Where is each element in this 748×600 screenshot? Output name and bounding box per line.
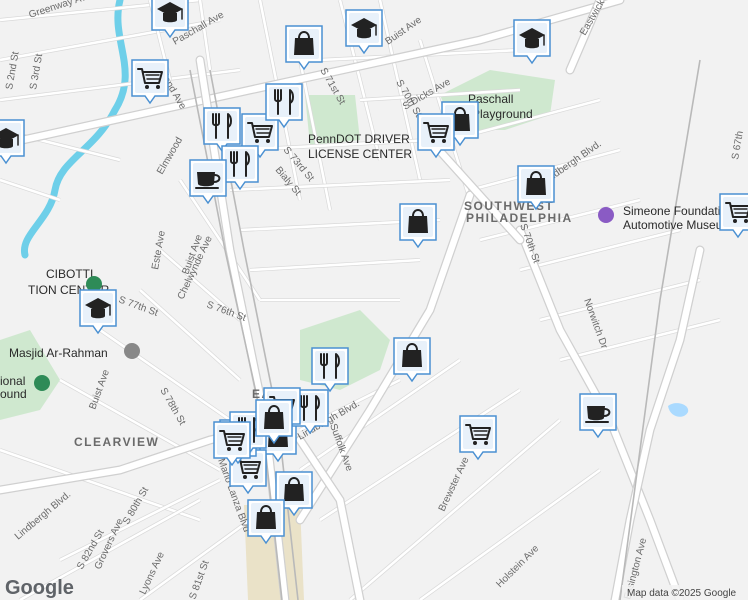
- restaurant-marker[interactable]: [203, 107, 241, 153]
- cart-marker[interactable]: [131, 59, 169, 105]
- place-label-ional2: ound: [0, 387, 27, 401]
- map-attribution: Map data ©2025 Google: [627, 588, 737, 599]
- place-label-paschall2: Playground: [472, 107, 533, 121]
- place-label-cibotti1: CIBOTTI: [46, 267, 93, 281]
- google-logo: Google: [5, 577, 74, 599]
- cart-marker[interactable]: [417, 113, 455, 159]
- bag-marker[interactable]: [517, 165, 555, 211]
- cart-marker[interactable]: [213, 421, 251, 467]
- park-poi-icon: [34, 375, 50, 391]
- place-label-sim2: Automotive Museum: [623, 218, 732, 232]
- place-label-masjid: Masjid Ar-Rahman: [9, 346, 108, 360]
- place-label-ional1: ional: [0, 374, 25, 388]
- cafe-marker[interactable]: [189, 159, 227, 205]
- bag-marker[interactable]: [247, 499, 285, 545]
- place-label-penndot1: PennDOT DRIVER: [308, 132, 410, 146]
- place-label-penndot2: LICENSE CENTER: [308, 147, 412, 161]
- school-marker[interactable]: [513, 19, 551, 65]
- cart-marker[interactable]: [719, 193, 748, 239]
- bag-marker[interactable]: [255, 399, 293, 445]
- area-label-clearview: CLEARVIEW: [74, 435, 159, 449]
- map-canvas[interactable]: SOUTHWESTPHILADELPHIACLEARVIEWEASTWICKPa…: [0, 0, 748, 600]
- bag-marker[interactable]: [399, 203, 437, 249]
- restaurant-marker[interactable]: [265, 83, 303, 129]
- bag-marker[interactable]: [285, 25, 323, 71]
- school-marker[interactable]: [345, 9, 383, 55]
- place-label-sim1: Simeone Foundation: [623, 204, 734, 218]
- cart-marker[interactable]: [459, 415, 497, 461]
- restaurant-marker[interactable]: [311, 347, 349, 393]
- school-marker[interactable]: [0, 119, 25, 165]
- restaurant-marker[interactable]: [221, 145, 259, 191]
- bag-marker[interactable]: [393, 337, 431, 383]
- masjid-poi-icon: [124, 343, 140, 359]
- area-label-sw2: PHILADELPHIA: [466, 211, 573, 225]
- museum-poi-icon: [598, 207, 614, 223]
- school-marker[interactable]: [79, 289, 117, 335]
- cafe-marker[interactable]: [579, 393, 617, 439]
